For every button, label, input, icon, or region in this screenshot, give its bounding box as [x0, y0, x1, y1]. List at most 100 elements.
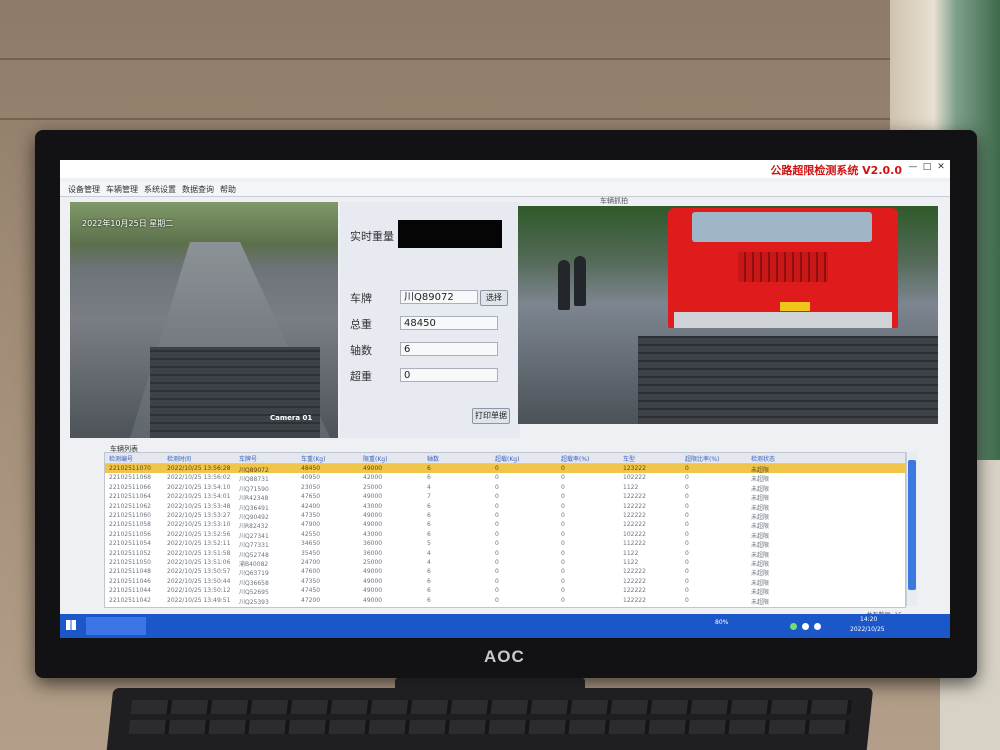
table-cell: 49000 [363, 493, 383, 501]
column-header[interactable]: 超载(Kg) [495, 454, 519, 463]
column-header[interactable]: 检测状态 [751, 454, 775, 463]
column-header[interactable]: 限重(Kg) [363, 454, 387, 463]
table-row[interactable]: 22102511048 2022/10/25 13:50:57 川Q63719 476… [105, 567, 905, 577]
column-header[interactable]: 轴数 [427, 454, 439, 463]
table-cell: 42550 [301, 530, 321, 538]
axles-field[interactable]: 6 [400, 342, 498, 356]
table-cell: 0 [495, 530, 499, 538]
table-cell: 0 [561, 512, 565, 519]
maximize-icon[interactable]: □ [922, 162, 932, 172]
menu-settings[interactable]: 系统设置 [144, 184, 176, 195]
total-weight-field[interactable]: 48450 [400, 316, 498, 330]
weighbridge-plate [150, 347, 320, 438]
table-cell: 0 [561, 493, 565, 501]
table-cell: 122222 [623, 568, 646, 576]
table-cell: 0 [561, 549, 565, 557]
plate-field[interactable]: 川Q89072 [400, 290, 478, 304]
minimize-icon[interactable]: — [908, 162, 918, 172]
title-bar: 公路超限检测系统 V2.0.0 — □ ✕ [60, 160, 950, 178]
person [574, 256, 586, 306]
table-cell: 0 [495, 549, 499, 557]
menu-device[interactable]: 设备管理 [68, 184, 100, 195]
camera-label: Camera 01 [270, 414, 313, 422]
table-cell: 0 [495, 502, 499, 510]
table-cell: 0 [495, 465, 499, 472]
table-row[interactable]: 22102511064 2022/10/25 13:54:01 川R42348 476… [105, 492, 905, 502]
table-cell: 0 [561, 540, 565, 548]
table-cell: 24700 [301, 559, 321, 566]
table-cell: 0 [685, 465, 689, 472]
table-cell: 0 [561, 568, 565, 576]
table-cell: 6 [427, 512, 431, 519]
table-cell: 6 [427, 502, 431, 510]
wifi-icon[interactable] [814, 623, 821, 630]
column-header[interactable]: 车牌号 [239, 454, 257, 463]
windows-start-icon[interactable] [66, 620, 76, 630]
table-cell: 0 [561, 587, 565, 595]
table-scrollbar[interactable] [906, 452, 917, 606]
table-cell: 49000 [363, 568, 383, 576]
table-cell: 2022/10/25 13:51:06 [167, 559, 231, 566]
plate-select-button[interactable]: 选择 [480, 290, 508, 306]
camera-view-left: 2022年10月25日 星期二 Camera 01 [70, 202, 338, 438]
table-row[interactable]: 22102511054 2022/10/25 13:52:11 川Q77331 346… [105, 539, 905, 549]
table-cell: 49000 [363, 512, 383, 519]
table-cell: 0 [685, 521, 689, 529]
menu-vehicle[interactable]: 车辆管理 [106, 184, 138, 195]
column-header[interactable]: 超限比率(%) [685, 454, 719, 463]
table-row[interactable]: 22102511046 2022/10/25 13:50:44 川Q36658 473… [105, 577, 905, 587]
table-cell: 22102511058 [109, 521, 151, 529]
capture-panel-title: 车辆抓拍 [600, 197, 628, 205]
taskbar-app-button[interactable] [86, 617, 146, 635]
column-header[interactable]: 检测时间 [167, 454, 191, 463]
table-row[interactable]: 22102511060 2022/10/25 13:53:27 川Q90492 473… [105, 511, 905, 521]
table-cell: 43000 [363, 502, 383, 510]
scrollbar-thumb[interactable] [908, 460, 916, 590]
menu-help[interactable]: 帮助 [220, 184, 236, 195]
table-row[interactable]: 22102511052 2022/10/25 13:51:58 川Q52748 354… [105, 549, 905, 559]
table-cell: 2022/10/25 13:54:01 [167, 493, 231, 501]
table-row[interactable]: 22102511070 2022/10/25 13:56:28 川Q89072 484… [105, 464, 905, 474]
table-cell: 48450 [301, 465, 321, 472]
table-cell: 22102511046 [109, 577, 151, 585]
close-icon[interactable]: ✕ [936, 162, 946, 172]
wall-background [0, 0, 1000, 150]
table-cell: 49000 [363, 521, 383, 529]
table-cell: 0 [561, 559, 565, 566]
table-cell: 22102511064 [109, 493, 151, 501]
column-header[interactable]: 检测编号 [109, 454, 133, 463]
camera-timestamp: 2022年10月25日 星期二 [82, 219, 174, 228]
volume-icon[interactable] [802, 623, 809, 630]
table-row[interactable]: 22102511056 2022/10/25 13:52:56 川Q27341 425… [105, 530, 905, 540]
column-header[interactable]: 超载率(%) [561, 454, 589, 463]
taskbar: 80% 14:20 2022/10/25 [60, 614, 950, 638]
screen: 公路超限检测系统 V2.0.0 — □ ✕ 设备管理 车辆管理 系统设置 数据查… [60, 160, 950, 638]
column-header[interactable]: 车重(Kg) [301, 454, 325, 463]
truck-grille [738, 252, 828, 282]
table-cell: 0 [561, 483, 565, 491]
table-row[interactable]: 22102511068 2022/10/25 13:56:02 川Q88731 409… [105, 473, 905, 483]
print-ticket-button[interactable]: 打印单据 [472, 408, 510, 424]
menu-query[interactable]: 数据查询 [182, 184, 214, 195]
column-header[interactable]: 车型 [623, 454, 635, 463]
table-cell: 42000 [363, 474, 383, 482]
table-cell: 22102511066 [109, 483, 151, 491]
table-cell: 2022/10/25 13:50:57 [167, 568, 231, 576]
table-cell: 2022/10/25 13:54:10 [167, 483, 231, 491]
table-row[interactable]: 22102511050 2022/10/25 13:51:06 渝B40082 247… [105, 558, 905, 568]
overweight-field[interactable]: 0 [400, 368, 498, 382]
table-cell: 0 [685, 596, 689, 604]
table-cell: 102222 [623, 474, 646, 482]
table-cell: 0 [685, 474, 689, 482]
table-row[interactable]: 22102511058 2022/10/25 13:53:10 川R82432 479… [105, 520, 905, 530]
table-cell: 102222 [623, 530, 646, 538]
table-row[interactable]: 22102511044 2022/10/25 13:50:12 川Q52695 474… [105, 586, 905, 596]
table-row[interactable]: 22102511066 2022/10/25 13:54:10 川Q71590 230… [105, 483, 905, 493]
table-row[interactable]: 22102511042 2022/10/25 13:49:51 川Q25393 472… [105, 596, 905, 606]
network-icon[interactable] [790, 623, 797, 630]
table-cell: 2022/10/25 13:56:28 [167, 465, 231, 472]
total-weight-label: 总重 [350, 318, 372, 331]
table-cell: 22102511060 [109, 512, 151, 519]
table-cell: 22102511044 [109, 587, 151, 595]
table-row[interactable]: 22102511062 2022/10/25 13:53:48 川Q36491 424… [105, 502, 905, 512]
